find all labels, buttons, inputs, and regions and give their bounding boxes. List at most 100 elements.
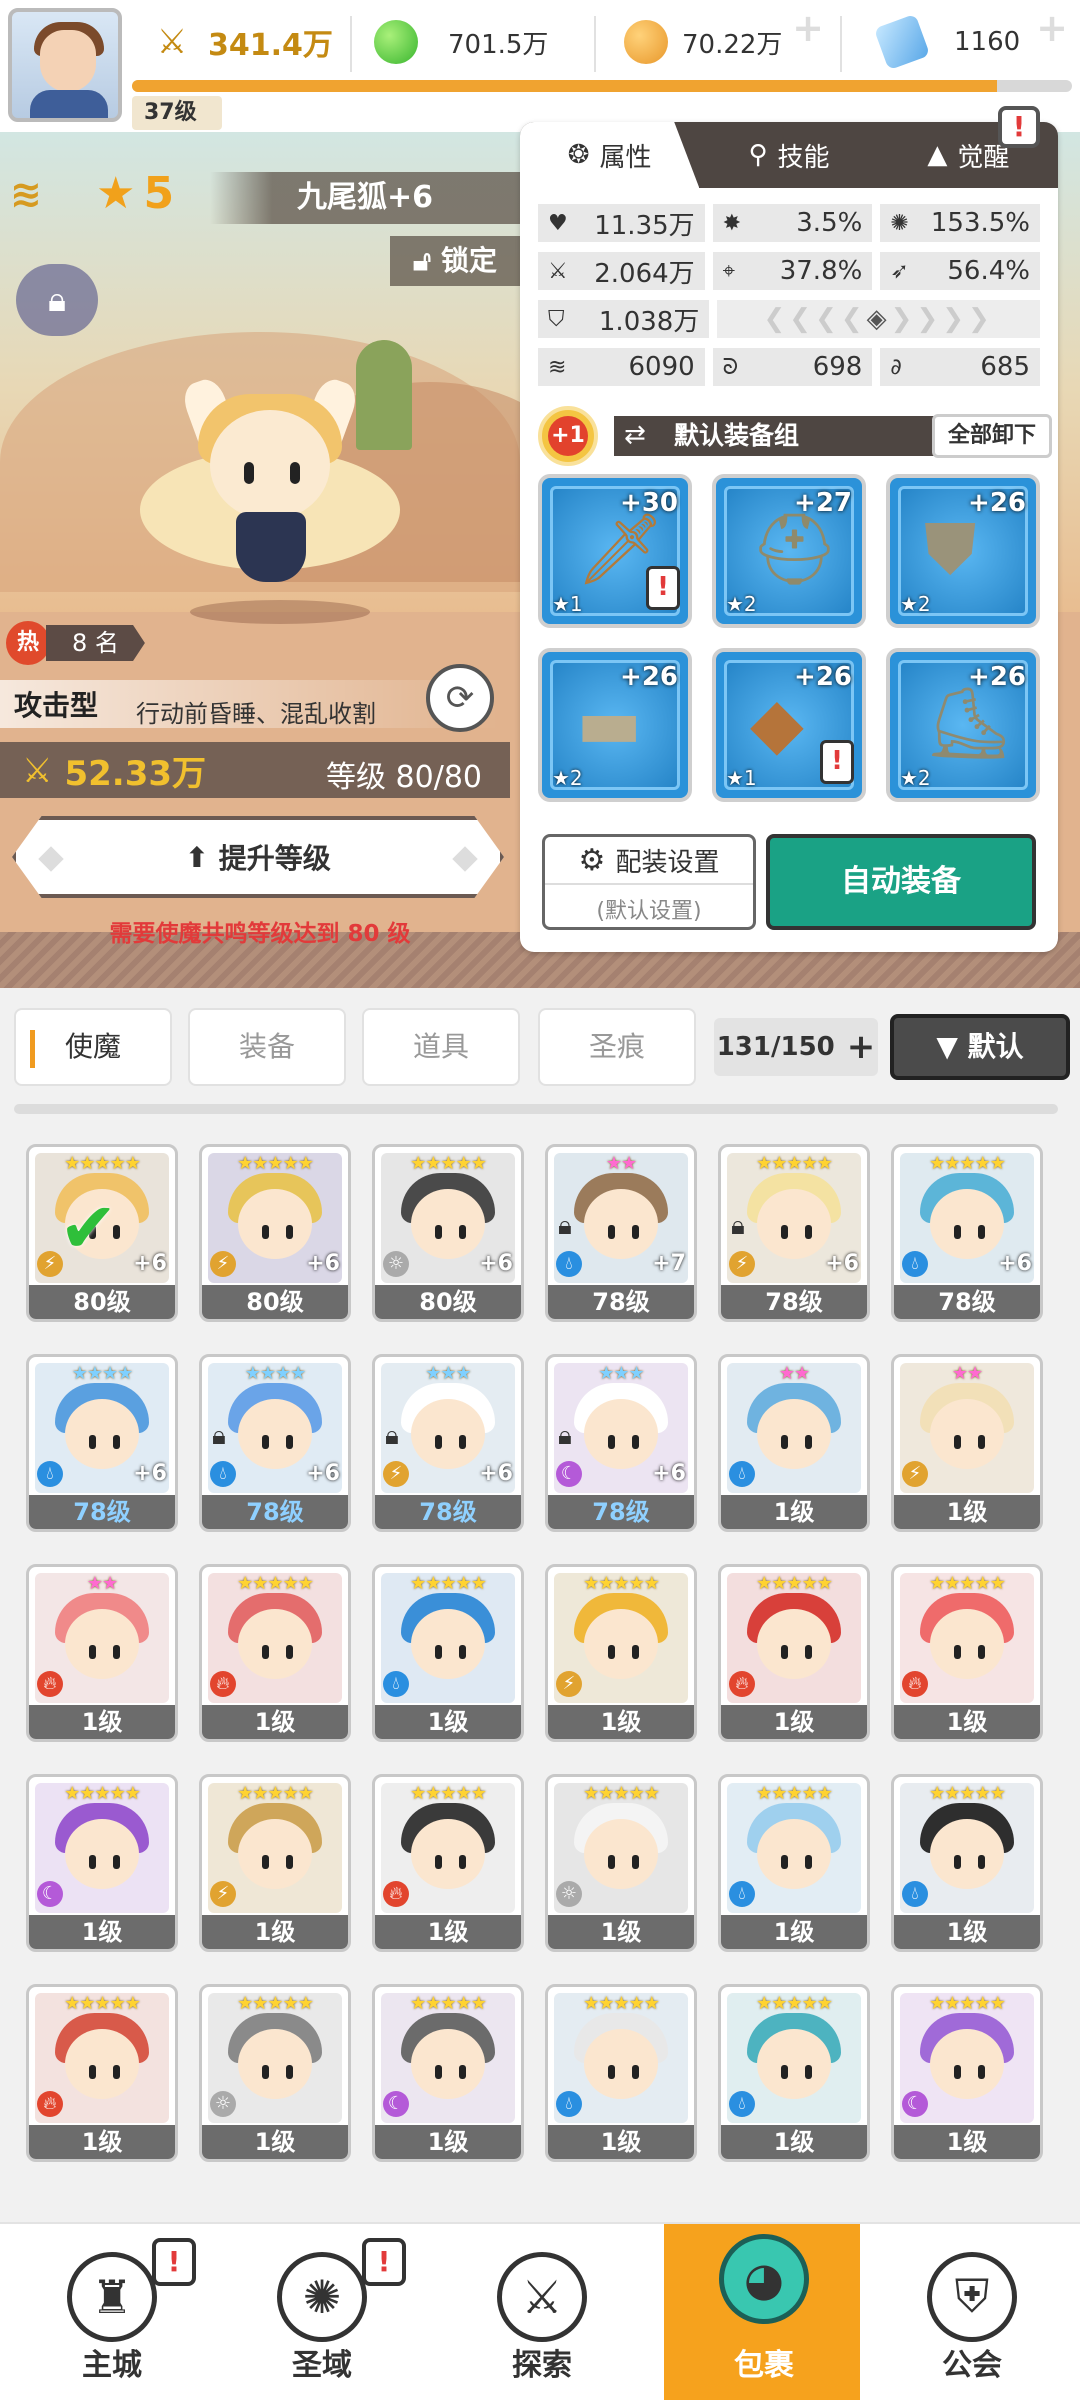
familiar-card[interactable]: ★★ 🔥︎ 1级 [26, 1564, 178, 1742]
familiar-plus: +6 [652, 1461, 686, 1486]
element-dark-icon: ☾ [902, 2091, 928, 2117]
familiar-card[interactable]: ★★ 💧︎ 1级 [718, 1354, 870, 1532]
familiar-card[interactable]: ★★ ⚡ 1级 [891, 1354, 1043, 1532]
burst-icon: ✸ [722, 210, 742, 236]
equip-alert-icon: ! [820, 740, 854, 784]
familiar-card[interactable]: ★★★★★ ☼ +6 80级 [372, 1144, 524, 1322]
popularity-rank[interactable]: 热 8 名 [6, 618, 176, 668]
equip-star: ★2 [552, 766, 583, 790]
familiar-card[interactable]: ★★★★★ ⚡ +6 80级 [199, 1144, 351, 1322]
familiar-card[interactable]: ★★★★ 💧︎ +6 🔒︎ 78级 [199, 1354, 351, 1532]
stat-speed: ≋ 6090 [538, 348, 705, 386]
familiar-card[interactable]: ★★★★★ 🔥︎ 1级 [199, 1564, 351, 1742]
familiar-card[interactable]: ★★★★★ 💧︎ 1级 [891, 1774, 1043, 1952]
stat-effect-hit-value: 698 [812, 352, 863, 382]
gem-currency[interactable]: 1160 [873, 13, 1020, 71]
familiar-level: 1级 [202, 2125, 348, 2159]
familiar-level: 1级 [202, 1705, 348, 1739]
familiar-card[interactable]: ★★★★★ ☼ 1级 [199, 1984, 351, 2162]
familiar-card[interactable]: ★★★★★ ☾ 1级 [891, 1984, 1043, 2162]
familiar-card[interactable]: ★★★★★ ⚡ 1级 [545, 1564, 697, 1742]
equip-slot-helmet[interactable]: ⛑︎ +27 ★2 [712, 474, 866, 628]
equip-slot-armor[interactable]: ⛊ +26 ★2 [886, 474, 1040, 628]
familiar-card[interactable]: ★★★★★ ⚡ +6 🔒︎ 78级 [718, 1144, 870, 1322]
lock-icon: 🔒︎ [558, 1421, 572, 1451]
familiar-card[interactable]: ★★★★★ 💧︎ +6 78级 [891, 1144, 1043, 1322]
familiar-card[interactable]: ★★★ ☾ +6 🔒︎ 78级 [545, 1354, 697, 1532]
nav-sanctuary[interactable]: ✺ ! 圣域 [222, 2224, 422, 2400]
familiar-card[interactable]: ★★★★★ ☾ 1级 [372, 1984, 524, 2162]
familiar-level: 1级 [894, 1495, 1040, 1529]
familiar-plus: +6 [479, 1461, 513, 1486]
switch-hero-button[interactable]: ⟳ [426, 664, 494, 732]
familiar-stars: ★★★★★ [756, 1783, 833, 1804]
nav-bag[interactable]: ◕ 包裹 [664, 2224, 860, 2400]
familiar-card[interactable]: ★★★★★ 💧︎ 1级 [372, 1564, 524, 1742]
familiar-card[interactable]: ★★★★★ ⚡ +6 ✔ 80级 [26, 1144, 178, 1322]
skin-lock-icon[interactable]: 🔒︎ [16, 264, 98, 336]
equip-slot-necklace[interactable]: ◆ +26 ★1! [712, 648, 866, 802]
equip-slot-boots[interactable]: ⛸︎ +26 ★2 [886, 648, 1040, 802]
swap-arrows-icon[interactable]: ⇄ [624, 420, 646, 450]
capacity-counter[interactable]: 131/150 + [714, 1018, 878, 1076]
element-earth-icon: ⚡ [902, 1461, 928, 1487]
stat-accuracy-value: 37.8% [779, 256, 863, 286]
equip-slot-belt[interactable]: ▬ +26 ★2 [538, 648, 692, 802]
gold-currency[interactable]: 70.22万 [624, 14, 782, 70]
familiar-card[interactable]: ★★★★★ ⚡ 1级 [199, 1774, 351, 1952]
necklace-icon: ◆ [750, 682, 804, 764]
upgrade-level-button[interactable]: ⬆ 提升等级 [12, 816, 504, 898]
panel-tabs: ❂ 属性 ⚲ 技能 ▲ 觉醒 [520, 122, 1058, 188]
auto-equip-button[interactable]: 自动装备 [766, 834, 1036, 930]
familiar-card[interactable]: ★★★★★ 🔥︎ 1级 [718, 1564, 870, 1742]
effect-hit-icon: ᘐ [722, 354, 739, 380]
tab-stigmata[interactable]: 圣痕 [538, 1008, 696, 1086]
familiar-card[interactable]: ★★★★★ 🔥︎ 1级 [891, 1564, 1043, 1742]
tab-skills[interactable]: ⚲ 技能 [699, 122, 878, 188]
player-avatar[interactable] [8, 8, 122, 122]
tab-equipment[interactable]: 装备 [188, 1008, 346, 1086]
familiar-card[interactable]: ★★★★★ ☾ 1级 [26, 1774, 178, 1952]
enhance-medal[interactable]: +1 [538, 406, 598, 466]
unequip-all-button[interactable]: 全部卸下 [932, 414, 1052, 458]
familiar-card[interactable]: ★★★★★ ☼ 1级 [545, 1774, 697, 1952]
nav-main-city[interactable]: ♜ ! 主城 [12, 2224, 212, 2400]
nav-label: 主城 [82, 2348, 142, 2383]
add-gold-icon[interactable]: + [786, 8, 830, 48]
popularity-rank-label: 8 名 [46, 625, 145, 661]
familiar-stars: ★★★★★ [929, 1783, 1006, 1804]
hero-power: ⚔ 52.33万 [22, 746, 206, 795]
familiar-card[interactable]: ★★★★★ 🔥︎ 1级 [26, 1984, 178, 2162]
nav-guild[interactable]: ⛨ 公会 [872, 2224, 1072, 2400]
sort-dropdown[interactable]: ▼ 默认 [890, 1014, 1070, 1080]
equip-alert-icon: ! [646, 566, 680, 610]
familiar-card[interactable]: ★★★★★ 🔥︎ 1级 [372, 1774, 524, 1952]
stat-dodge: ➶ 56.4% [880, 252, 1040, 290]
tab-attributes[interactable]: ❂ 属性 [520, 122, 700, 188]
familiar-card[interactable]: ★★★★★ 💧︎ 1级 [718, 1774, 870, 1952]
familiar-card[interactable]: ★★★★ 💧︎ +6 78级 [26, 1354, 178, 1532]
familiar-card[interactable]: ★★ 💧︎ +7 🔒︎ 78级 [545, 1144, 697, 1322]
player-level: 37级 [132, 96, 222, 130]
add-gem-icon[interactable]: + [1030, 8, 1074, 48]
equip-slot-sword[interactable]: 🗡︎ +30 ★1! [538, 474, 692, 628]
nav-explore[interactable]: ⚔ 探索 [442, 2224, 642, 2400]
tab-items[interactable]: 道具 [362, 1008, 520, 1086]
familiar-card[interactable]: ★★★★★ 💧︎ 1级 [718, 1984, 870, 2162]
lock-label: 锁定 [440, 244, 497, 277]
green-currency[interactable]: 701.5万 [374, 14, 548, 70]
hero-detail-panel: ❂ 属性 ⚲ 技能 ▲ 觉醒 ! ♥ 11.35万 ✸ 3.5% ✺ 153.5% ⚔… [520, 106, 1058, 952]
familiar-card[interactable]: ★★★ ⚡ +6 🔒︎ 78级 [372, 1354, 524, 1532]
lock-button[interactable]: 🔓︎ 锁定 [390, 236, 520, 286]
tab-familiars[interactable]: 使魔 [14, 1008, 172, 1086]
alert-badge: ! [362, 2238, 406, 2286]
horizontal-scrollbar[interactable] [14, 1104, 1058, 1114]
loadout-settings-button[interactable]: ⚙ 配装设置 (默认设置) [542, 834, 756, 930]
familiar-stars: ★★★★★ [929, 1573, 1006, 1594]
equip-enhance-level: +27 [794, 488, 852, 518]
castle-icon: ♜ [67, 2252, 157, 2342]
upgrade-requirement: 需要使魔共鸣等级达到 80 级 [109, 921, 411, 947]
element-earth-icon: ⚡ [729, 1251, 755, 1277]
familiar-card[interactable]: ★★★★★ 💧︎ 1级 [545, 1984, 697, 2162]
familiar-stars: ★★★★★ [237, 1153, 314, 1174]
